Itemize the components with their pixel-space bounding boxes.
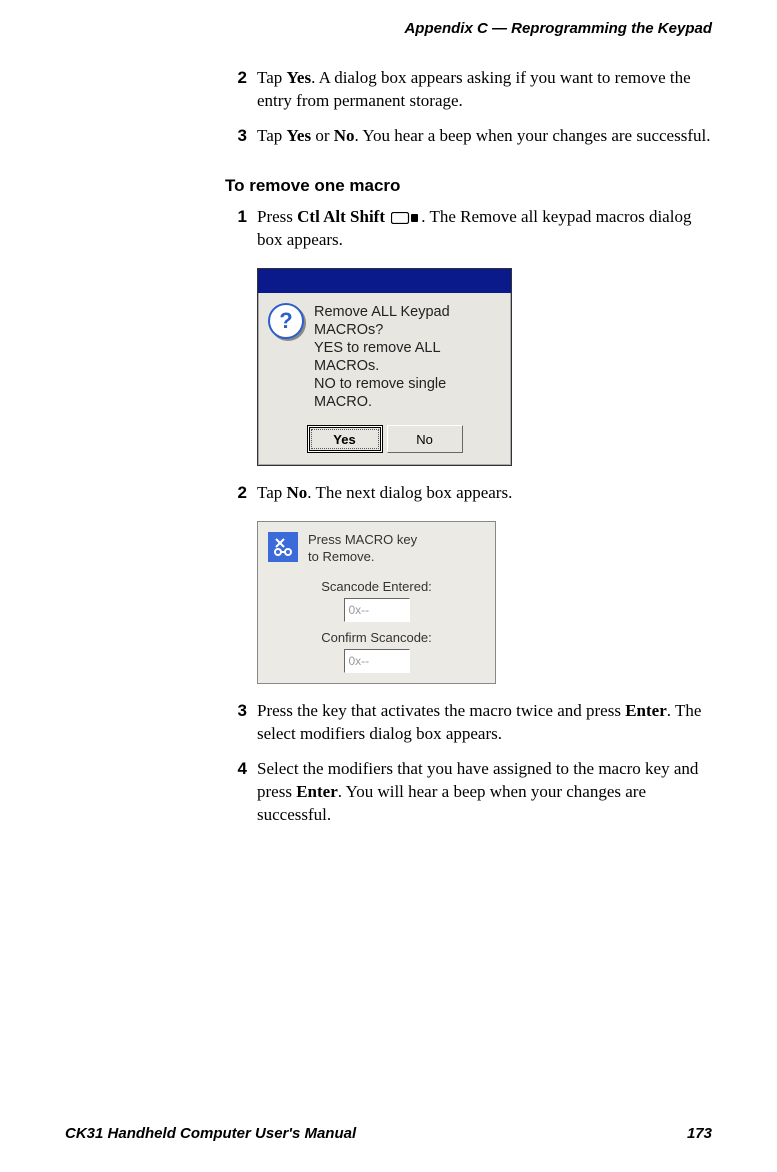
step-number: 3 xyxy=(225,700,247,723)
step-item: 2 Tap Yes. A dialog box appears asking i… xyxy=(225,67,712,113)
bold-enter: Enter xyxy=(296,782,338,801)
bold-no: No xyxy=(334,126,355,145)
step-text: Press xyxy=(257,207,297,226)
step-item: 2 Tap No. The next dialog box appears. xyxy=(225,482,712,505)
step-body: Tap Yes or No. You hear a beep when your… xyxy=(257,125,712,148)
step-item: 4 Select the modifiers that you have ass… xyxy=(225,758,712,827)
dialog-line: Press MACRO key xyxy=(308,532,417,547)
step-item: 1 Press Ctl Alt Shift . The Remove all k… xyxy=(225,206,712,252)
step-item: 3 Tap Yes or No. You hear a beep when yo… xyxy=(225,125,712,148)
step-text: Tap xyxy=(257,126,287,145)
step-text: Tap xyxy=(257,483,287,502)
scancode-entered-label: Scancode Entered: xyxy=(258,579,495,594)
page-content: 2 Tap Yes. A dialog box appears asking i… xyxy=(225,67,712,827)
confirm-scancode-label: Confirm Scancode: xyxy=(258,630,495,645)
step-number: 3 xyxy=(225,125,247,148)
step-number: 4 xyxy=(225,758,247,781)
step-body: Select the modifiers that you have assig… xyxy=(257,758,712,827)
dialog-line: MACRO. xyxy=(314,394,372,410)
dialog-line: Remove ALL Keypad xyxy=(314,304,450,320)
step-number: 1 xyxy=(225,206,247,229)
dialog-titlebar xyxy=(258,269,511,293)
step-body: Press the key that activates the macro t… xyxy=(257,700,712,746)
yes-button[interactable]: Yes xyxy=(307,425,383,453)
backspace-key-icon xyxy=(391,212,419,224)
step-body: Tap No. The next dialog box appears. xyxy=(257,482,712,505)
bold-enter: Enter xyxy=(625,701,667,720)
bold-shortcut: Ctl Alt Shift xyxy=(297,207,385,226)
bold-yes: Yes xyxy=(287,68,312,87)
scancode-dialog: Press MACRO key to Remove. Scancode Ente… xyxy=(257,521,496,684)
bold-no: No xyxy=(287,483,308,502)
step-body: Tap Yes. A dialog box appears asking if … xyxy=(257,67,712,113)
tape-x-icon xyxy=(268,532,298,562)
step-body: Press Ctl Alt Shift . The Remove all key… xyxy=(257,206,712,252)
step-text: Tap xyxy=(257,68,287,87)
question-icon: ? xyxy=(268,303,304,339)
step-text: . The next dialog box appears. xyxy=(307,483,512,502)
dialog-line: NO to remove single xyxy=(314,376,446,392)
step-item: 3 Press the key that activates the macro… xyxy=(225,700,712,746)
dialog-message: Press MACRO key to Remove. xyxy=(308,532,417,565)
step-text: or xyxy=(311,126,334,145)
page-header: Appendix C — Reprogramming the Keypad xyxy=(65,20,712,37)
step-text: . You hear a beep when your changes are … xyxy=(355,126,711,145)
dialog-line: YES to remove ALL xyxy=(314,340,441,356)
step-text: . A dialog box appears asking if you wan… xyxy=(257,68,691,110)
dialog-line: MACROs. xyxy=(314,358,379,374)
step-number: 2 xyxy=(225,482,247,505)
remove-macros-dialog: ? Remove ALL Keypad MACROs? YES to remov… xyxy=(257,268,512,467)
no-button[interactable]: No xyxy=(387,425,463,453)
footer-page-number: 173 xyxy=(687,1125,712,1142)
section-heading: To remove one macro xyxy=(225,176,712,196)
scancode-entered-input[interactable]: 0x-- xyxy=(344,598,410,622)
dialog-line: to Remove. xyxy=(308,549,374,564)
step-number: 2 xyxy=(225,67,247,90)
dialog-line: MACROs? xyxy=(314,322,383,338)
confirm-scancode-input[interactable]: 0x-- xyxy=(344,649,410,673)
footer-manual-title: CK31 Handheld Computer User's Manual xyxy=(65,1125,356,1142)
bold-yes: Yes xyxy=(287,126,312,145)
dialog-message: Remove ALL Keypad MACROs? YES to remove … xyxy=(314,303,450,412)
step-text: Press the key that activates the macro t… xyxy=(257,701,625,720)
